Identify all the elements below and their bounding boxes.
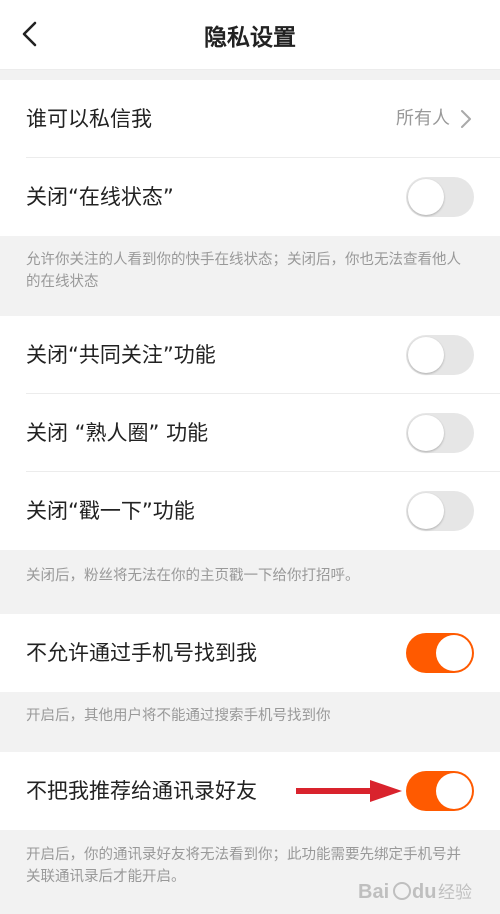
toggle-knob: [408, 337, 444, 373]
poke-row: 关闭“戳一下”功能: [0, 472, 500, 550]
contacts-recommend-label: 不把我推荐给通讯录好友: [26, 779, 257, 803]
svg-text:Bai: Bai: [358, 881, 389, 903]
acquaintance-circle-toggle[interactable]: [406, 413, 474, 453]
acquaintance-circle-row: 关闭 “熟人圈” 功能: [0, 394, 500, 472]
online-status-row: 关闭“在线状态”: [0, 158, 500, 236]
mutual-follow-label: 关闭“共同关注”功能: [26, 343, 216, 367]
baidu-jingyan-watermark: Bai du 经验: [358, 881, 472, 903]
toggle-knob: [436, 635, 472, 671]
poke-label: 关闭“戳一下”功能: [26, 499, 195, 523]
phone-search-row: 不允许通过手机号找到我: [0, 614, 500, 692]
toggle-knob: [436, 773, 472, 809]
chevron-right-icon: [461, 110, 471, 128]
annotation-arrow-icon: [296, 780, 402, 802]
acquaintance-circle-label: 关闭 “熟人圈” 功能: [26, 421, 209, 445]
dm-permission-label: 谁可以私信我: [26, 107, 152, 131]
contacts-recommend-row: 不把我推荐给通讯录好友: [0, 752, 500, 830]
svg-text:经验: 经验: [438, 883, 472, 903]
phone-search-note: 开启后，其他用户将不能通过搜索手机号找到你: [0, 692, 500, 752]
nav-header: 隐私设置: [0, 0, 500, 70]
toggle-knob: [408, 415, 444, 451]
contacts-recommend-toggle[interactable]: [406, 771, 474, 811]
toggle-knob: [408, 179, 444, 215]
poke-note: 关闭后，粉丝将无法在你的主页戳一下给你打招呼。: [0, 550, 500, 614]
online-status-note: 允许你关注的人看到你的快手在线状态；关闭后，你也无法查看他人的在线状态: [0, 236, 500, 316]
phone-search-toggle[interactable]: [406, 633, 474, 673]
online-status-toggle[interactable]: [406, 177, 474, 217]
poke-toggle[interactable]: [406, 491, 474, 531]
page-title: 隐私设置: [204, 25, 296, 51]
dm-permission-row[interactable]: 谁可以私信我 所有人: [0, 80, 500, 158]
mutual-follow-toggle[interactable]: [406, 335, 474, 375]
online-status-label: 关闭“在线状态”: [26, 185, 174, 209]
dm-permission-value: 所有人: [396, 108, 450, 129]
toggle-knob: [408, 493, 444, 529]
phone-search-label: 不允许通过手机号找到我: [26, 641, 257, 665]
mutual-follow-row: 关闭“共同关注”功能: [0, 316, 500, 394]
svg-text:du: du: [412, 881, 436, 903]
